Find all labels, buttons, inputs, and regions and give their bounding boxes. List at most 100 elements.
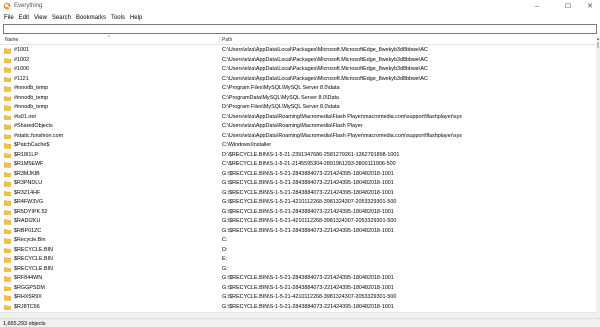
list-item[interactable]: $R1M5EWF C:\$RECYCLE.BIN\S-1-5-21-2145595…	[0, 160, 596, 170]
file-path: G:\$RECYCLE.BIN\S-1-5-21-2843884073-2214…	[222, 189, 394, 196]
file-name: $Recycle.Bin	[14, 237, 46, 243]
file-path: C:\$RECYCLE.BIN\S-1-5-21-2145595304-2891…	[222, 161, 396, 167]
file-path: C:\Users\elza\AppData\Local\Packages\Mic…	[222, 66, 428, 72]
list-item[interactable]: $RGGPSDM G:\$RECYCLE.BIN\S-1-5-21-2843884…	[0, 284, 596, 294]
list-item[interactable]: $R18I1LP D:\$RECYCLE.BIN\S-1-5-21-2391347…	[0, 151, 596, 161]
file-name: #is01.net	[14, 113, 36, 120]
file-path: C:\Users\elza\AppData\Local\Packages\Mic…	[222, 47, 428, 53]
file-name: #1001	[14, 47, 29, 53]
folder-icon	[4, 105, 11, 111]
list-item[interactable]: $RF844WN G:\$RECYCLE.BIN\S-1-5-21-2843884…	[0, 274, 596, 284]
list-item[interactable]: #SharedObjects C:\Users\elza\AppData\Roam…	[0, 122, 596, 132]
menu-edit[interactable]: Edit	[19, 15, 29, 21]
file-name: #SharedObjects	[14, 123, 53, 129]
maximize-icon: ☐	[564, 3, 572, 10]
list-item[interactable]: $R3MJKIB G:\$RECYCLE.BIN\S-1-5-21-2843884…	[0, 170, 596, 180]
list-item[interactable]: $R4FW3VG G:\$RECYCLE.BIN\S-1-5-21-4210112…	[0, 198, 596, 208]
status-bar: 1,665,293 objects	[0, 318, 600, 327]
file-name: $RBP01ZC	[14, 227, 42, 234]
list-item[interactable]: $RECYCLE.BIN E:	[0, 255, 596, 265]
menu-bookmarks[interactable]: Bookmarks	[76, 15, 106, 21]
list-item[interactable]: #1001 C:\Users\elza\AppData\Local\Package…	[0, 46, 596, 56]
file-name: #static.funshion.com	[14, 132, 64, 139]
list-item[interactable]: #innodb_temp C:\ProgramData\MySQL\MySQL S…	[0, 94, 596, 104]
file-name: $R1M5EWF	[14, 161, 44, 167]
menu-tools[interactable]: Tools	[111, 15, 125, 21]
list-item[interactable]: $RJ8TC66 G:\$RECYCLE.BIN\S-1-5-21-2843884…	[0, 303, 596, 313]
scrollbar-thumb[interactable]	[597, 42, 599, 48]
folder-icon	[4, 152, 11, 158]
list-item[interactable]: #1002 C:\Users\elza\AppData\Local\Package…	[0, 56, 596, 66]
list-item[interactable]: $RBP01ZC G:\$RECYCLE.BIN\S-1-5-21-2843884…	[0, 227, 596, 237]
folder-icon	[4, 238, 11, 244]
object-count: 1,665,293 objects	[3, 320, 46, 327]
folder-icon	[4, 181, 11, 187]
list-item[interactable]: #is01.net C:\Users\elza\AppData\Roaming\M…	[0, 113, 596, 123]
scroll-up-icon[interactable]: ▲	[596, 36, 600, 41]
list-item[interactable]: #1121 C:\Users\elza\AppData\Local\Package…	[0, 75, 596, 85]
list-item[interactable]: $RECYCLE.BIN G:	[0, 265, 596, 275]
vertical-scrollbar[interactable]: ▲	[596, 36, 600, 318]
list-item[interactable]: #static.funshion.com C:\Users\elza\AppDat…	[0, 132, 596, 142]
folder-icon	[4, 124, 11, 130]
list-item[interactable]: $PatchCache$ C:\Windows\Installer	[0, 141, 596, 151]
file-name: $RECYCLE.BIN	[14, 265, 53, 272]
file-path: D:	[222, 246, 228, 253]
menu-search[interactable]: Search	[52, 15, 71, 21]
search-input[interactable]	[3, 24, 597, 34]
column-header: Name ^ Path	[0, 35, 596, 45]
column-separator[interactable]	[219, 36, 220, 45]
file-path: C:\Users\elza\AppData\Local\Packages\Mic…	[222, 56, 428, 63]
file-path: G:\$RECYCLE.BIN\S-1-5-21-2843884073-2214…	[222, 180, 394, 186]
file-path: G:\$RECYCLE.BIN\S-1-5-21-2843884073-2214…	[222, 303, 394, 310]
column-name-header[interactable]: Name	[5, 37, 18, 43]
maximize-button[interactable]: ☐	[558, 0, 578, 12]
title-bar: Everything – ☐ ✕	[0, 0, 600, 12]
file-name: $R3PNDLU	[14, 180, 43, 186]
file-name: $RGGPSDM	[14, 284, 45, 291]
file-name: $R4FW3VG	[14, 199, 44, 205]
list-item[interactable]: $RADI2KU G:\$RECYCLE.BIN\S-1-5-21-4210112…	[0, 217, 596, 227]
results-list: #1001 C:\Users\elza\AppData\Local\Package…	[0, 46, 596, 316]
close-icon: ✕	[587, 3, 593, 10]
column-path-header[interactable]: Path	[222, 37, 232, 43]
file-name: $R5DYIPK.52	[14, 208, 48, 215]
list-item[interactable]: $R5DYIPK.52 G:\$RECYCLE.BIN\S-1-5-21-2843…	[0, 208, 596, 218]
folder-icon	[4, 143, 11, 149]
file-name: #1002	[14, 56, 29, 63]
menu-view[interactable]: View	[34, 15, 47, 21]
list-item[interactable]: $Recycle.Bin C:	[0, 236, 596, 246]
list-item[interactable]: #innodb_temp D:\Program Files\MySQL\MySQL…	[0, 103, 596, 113]
menu-file[interactable]: File	[4, 15, 14, 21]
file-path: G:\$RECYCLE.BIN\S-1-5-21-2843884073-2214…	[222, 170, 394, 177]
folder-icon	[4, 133, 11, 139]
file-path: E:	[222, 256, 228, 262]
list-item[interactable]: #1006 C:\Users\elza\AppData\Local\Package…	[0, 65, 596, 75]
folder-icon	[4, 48, 11, 54]
file-name: $R18I1LP	[14, 151, 38, 158]
file-path: C:\ProgramData\MySQL\MySQL Server 8.0\Da…	[222, 94, 339, 101]
file-path: C:\Windows\Installer	[222, 142, 272, 148]
list-item[interactable]: $RHX5R9X G:\$RECYCLE.BIN\S-1-5-21-4210112…	[0, 293, 596, 303]
file-name: #innodb_temp	[14, 85, 49, 91]
everything-icon	[3, 2, 11, 10]
file-path: G:\$RECYCLE.BIN\S-1-5-21-4210112268-3981…	[222, 294, 397, 300]
file-path: G:\$RECYCLE.BIN\S-1-5-21-4210112268-3981…	[222, 199, 397, 205]
menu-help[interactable]: Help	[130, 15, 142, 21]
list-item[interactable]: $RECYCLE.BIN D:	[0, 246, 596, 256]
file-name: $RJ8TC66	[14, 303, 40, 310]
file-path: G:\$RECYCLE.BIN\S-1-5-21-2843884073-2214…	[222, 275, 394, 281]
file-name: $RECYCLE.BIN	[14, 256, 53, 262]
file-name: $R3MJKIB	[14, 170, 40, 177]
file-path: D:\$RECYCLE.BIN\S-1-5-21-2391347686-2581…	[222, 151, 400, 158]
folder-icon	[4, 171, 11, 177]
minimize-button[interactable]: –	[527, 0, 547, 12]
close-button[interactable]: ✕	[580, 0, 600, 12]
list-item[interactable]: #innodb_temp C:\Program Files\MySQL\MySQL…	[0, 84, 596, 94]
list-item[interactable]: $R3PNDLU G:\$RECYCLE.BIN\S-1-5-21-2843884…	[0, 179, 596, 189]
folder-icon	[4, 114, 11, 120]
list-item[interactable]: $R3Z14HF G:\$RECYCLE.BIN\S-1-5-21-2843884…	[0, 189, 596, 199]
file-path: C:	[222, 237, 228, 243]
file-path: G:\$RECYCLE.BIN\S-1-5-21-2843884073-2214…	[222, 208, 394, 215]
file-path: D:\Program Files\MySQL\MySQL Server 8.0\…	[222, 104, 340, 110]
